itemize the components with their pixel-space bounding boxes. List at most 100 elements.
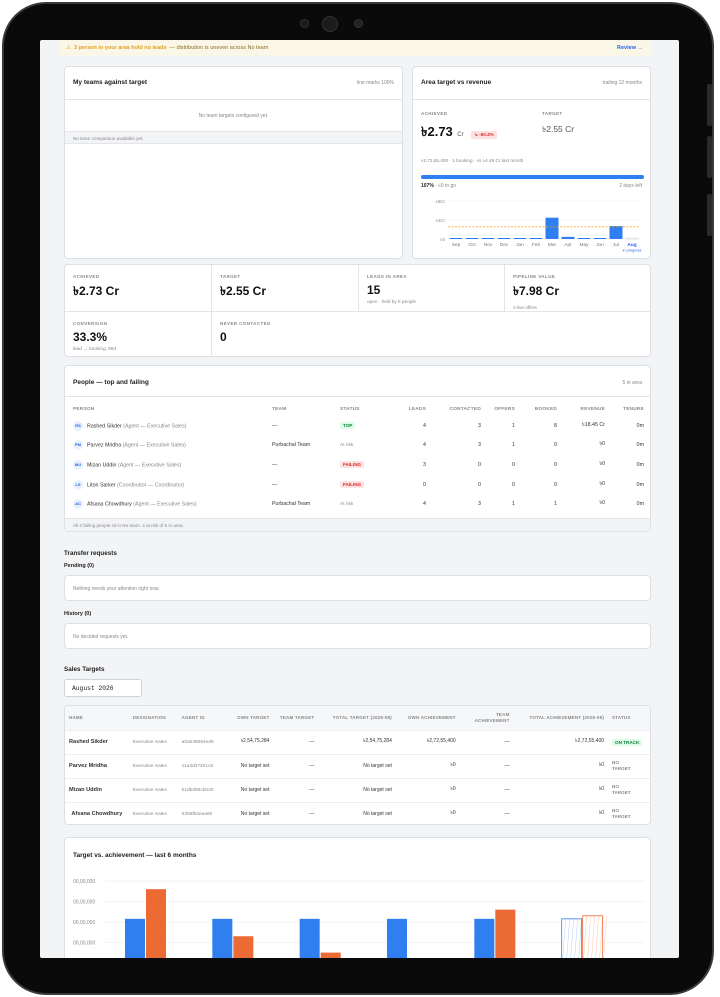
progress-track bbox=[421, 175, 644, 179]
agent-id-cell: 6305f62eaa60 bbox=[181, 811, 213, 817]
table-row[interactable]: AC Afsana Chowdhury (Agent — Executive Sa… bbox=[73, 494, 644, 514]
target-bar[interactable] bbox=[125, 918, 145, 958]
history-chart-card: Target vs. achievement — last 6 months 0… bbox=[64, 837, 651, 958]
team-ach-cell: — bbox=[504, 811, 510, 818]
mini-bar[interactable] bbox=[545, 217, 559, 239]
table-row[interactable]: MU Mizan Uddin (Agent — Executive Sales) —… bbox=[73, 455, 644, 475]
y-tick-label: ৳8Cr bbox=[436, 199, 446, 204]
people-column-header: REVENUE bbox=[580, 406, 605, 412]
target-status-cell: NO TARGET bbox=[608, 778, 650, 802]
revenue-cell: ৳18.45 Cr bbox=[582, 421, 605, 428]
month-picker[interactable]: August 2026 bbox=[64, 679, 142, 697]
mini-bar[interactable] bbox=[593, 238, 607, 239]
person-name[interactable]: Parvez Mridha bbox=[87, 443, 121, 449]
month-label: May bbox=[579, 242, 589, 248]
month-label: Jun bbox=[596, 242, 604, 248]
days-left: 2 days left bbox=[619, 183, 642, 189]
camera-lens-icon bbox=[322, 16, 338, 32]
person-name[interactable]: Liton Sarker bbox=[87, 482, 116, 488]
mini-bar[interactable] bbox=[465, 238, 479, 239]
target-bar[interactable] bbox=[387, 918, 407, 958]
target-status-cell: NO TARGET bbox=[608, 802, 650, 824]
people-title: People — top and failing bbox=[73, 379, 149, 386]
mini-bar[interactable] bbox=[609, 226, 623, 239]
people-column-header: BOOKED bbox=[534, 406, 557, 412]
achievement-bar[interactable] bbox=[233, 936, 254, 958]
kpi-value: 15 bbox=[367, 283, 381, 297]
achievement-bar[interactable] bbox=[495, 909, 516, 958]
month-label: Apr bbox=[564, 242, 572, 248]
mini-bar[interactable] bbox=[481, 238, 495, 239]
kpi-value: 33.3% bbox=[73, 330, 108, 344]
divider bbox=[211, 265, 212, 356]
teams-card: My teams against target line marks 100% … bbox=[64, 66, 403, 259]
mini-bar[interactable] bbox=[625, 237, 639, 240]
kpi-note: open · held by 5 people bbox=[367, 299, 416, 304]
mini-bar[interactable] bbox=[529, 238, 543, 239]
target-bar[interactable] bbox=[212, 918, 233, 958]
person-role: (Coordinator — Coordinator) bbox=[117, 481, 185, 488]
progress-text: 107% · ৳0 to go bbox=[421, 183, 456, 191]
side-button bbox=[707, 194, 712, 236]
month-label: Feb bbox=[532, 242, 541, 248]
team-ach-cell: — bbox=[504, 763, 510, 769]
leads-cell: 0 bbox=[423, 481, 426, 488]
table-row[interactable]: Afsana Chowdhury Executive Sales 6305f62ea… bbox=[65, 802, 650, 824]
target-bar[interactable] bbox=[474, 918, 495, 958]
table-row[interactable]: PM Parvez Mridha (Agent — Executive Sales… bbox=[73, 436, 644, 456]
people-body: RS Rashed Sikder (Agent — Executive Sales… bbox=[73, 416, 644, 514]
progress-note: · ৳0 to go bbox=[435, 183, 457, 189]
person-name[interactable]: Rashed Sikder bbox=[87, 423, 122, 429]
area-target-value: ৳2.55 Cr bbox=[542, 124, 575, 134]
table-row[interactable]: Mizan Uddin Executive Sales b1dbd95cb030 No… bbox=[65, 778, 650, 802]
teams-card-title: My teams against target bbox=[73, 79, 148, 86]
mini-bar[interactable] bbox=[497, 238, 511, 239]
status-cell: TOP bbox=[340, 416, 388, 436]
area-card: Area target vs revenue trailing 12 month… bbox=[412, 66, 651, 259]
people-footer: All 2 failing people sit in No team. 2 a… bbox=[65, 518, 650, 531]
target-status-badge: ON TRACK bbox=[612, 738, 643, 746]
target-status-badge: NO TARGET bbox=[612, 808, 631, 820]
achievement-bar[interactable] bbox=[146, 889, 166, 958]
total-target-cell: No target set bbox=[363, 787, 392, 793]
people-column-header: PERSON bbox=[73, 406, 95, 412]
achievement-bar[interactable] bbox=[582, 915, 604, 958]
team-cell: Purbachal Team bbox=[272, 501, 311, 508]
team-target-cell: — bbox=[309, 787, 315, 793]
team-cell: Purbachal Team bbox=[272, 442, 311, 449]
targets-column-header: TOTAL ACHIEVEMENT (2026-08) bbox=[529, 715, 605, 720]
people-column-header[interactable]: STATUS bbox=[340, 402, 388, 416]
target-bar[interactable] bbox=[299, 918, 320, 958]
targets-title: Sales Targets bbox=[64, 666, 105, 673]
team-cell: — bbox=[272, 422, 278, 429]
banner-text: — distribution is uneven across No team bbox=[169, 45, 269, 51]
achievement-bar[interactable] bbox=[320, 952, 341, 958]
target-bar[interactable] bbox=[561, 918, 583, 958]
table-row[interactable]: Rashed Sikder Executive Sales a0ab49054ed9… bbox=[65, 730, 650, 754]
mini-bar[interactable] bbox=[449, 238, 463, 239]
table-row[interactable]: Parvez Mridha Executive Sales 11a4d37201c5… bbox=[65, 754, 650, 778]
booked-cell: 0 bbox=[554, 481, 557, 488]
table-row[interactable]: RS Rashed Sikder (Agent — Executive Sales… bbox=[73, 416, 644, 436]
month-label: Aug bbox=[627, 242, 636, 248]
mini-bar[interactable] bbox=[577, 238, 591, 239]
targets-column-header: AGENT ID bbox=[181, 715, 205, 720]
person-name[interactable]: Mizan Uddin bbox=[87, 462, 116, 468]
person-cell: LS Liton Sarker (Coordinator — Coordinato… bbox=[73, 475, 272, 495]
tenure-cell: 0m bbox=[636, 422, 644, 429]
table-row[interactable]: LS Liton Sarker (Coordinator — Coordinato… bbox=[73, 475, 644, 495]
mini-revenue-chart: ৳8Cr ৳4Cr ৳0 Sep Oct Nov Dec Jan Feb Mar Apr May Jun… bbox=[436, 199, 642, 253]
divider bbox=[504, 265, 505, 311]
avatar: MU bbox=[73, 459, 83, 470]
tenure-cell: 0m bbox=[636, 501, 644, 508]
mini-bar[interactable] bbox=[561, 236, 575, 239]
revenue-cell: ৳0 bbox=[599, 480, 605, 487]
mini-bar[interactable] bbox=[513, 238, 527, 239]
targets-body: Rashed Sikder Executive Sales a0ab49054ed9… bbox=[65, 730, 650, 824]
review-link[interactable]: Review → bbox=[617, 45, 643, 51]
area-card-title: Area target vs revenue bbox=[421, 79, 492, 86]
month-label: Nov bbox=[484, 242, 493, 248]
month-label: Mar bbox=[548, 242, 557, 248]
y-tick-label: ৳0 bbox=[440, 237, 445, 242]
person-name[interactable]: Afsana Chowdhury bbox=[87, 502, 132, 508]
